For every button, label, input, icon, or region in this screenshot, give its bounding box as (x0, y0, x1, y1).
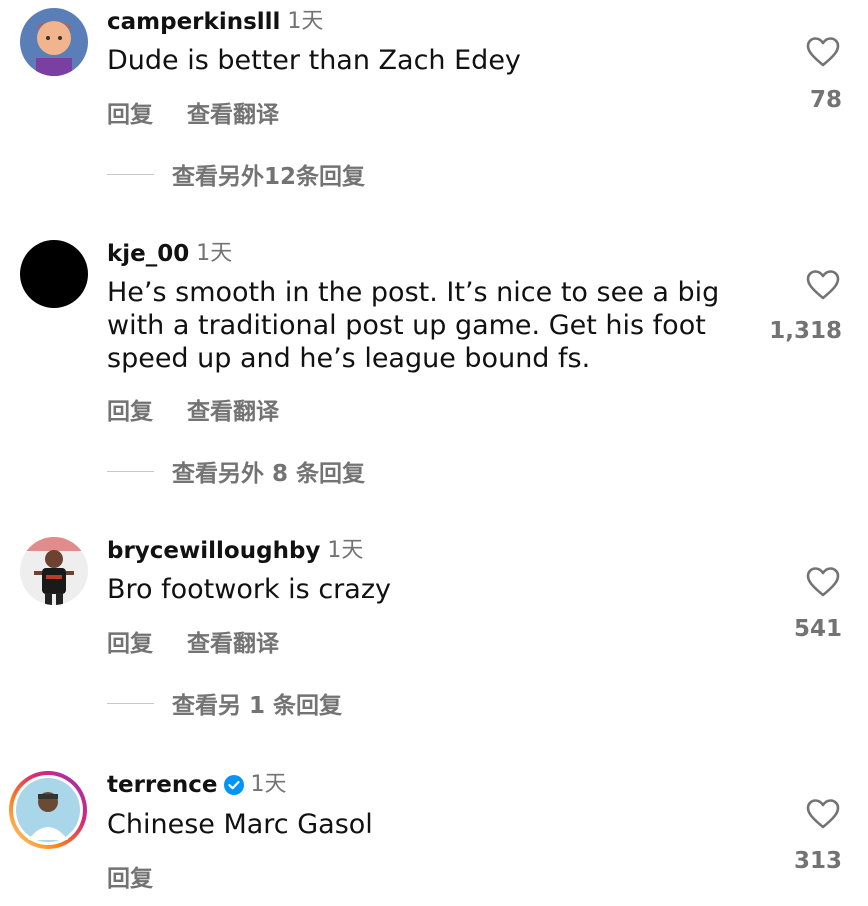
heart-icon[interactable] (806, 567, 840, 597)
avatar[interactable] (20, 537, 88, 605)
translate-button[interactable]: 查看翻译 (187, 95, 279, 129)
avatar[interactable] (20, 240, 88, 308)
comment-actions: 回复 (107, 859, 153, 893)
view-replies-button[interactable]: 查看另外 8 条回复 (107, 454, 365, 488)
timestamp: 1天 (287, 9, 324, 34)
comment-item: camperkinslll 1天 Dude is better than Zac… (0, 0, 868, 200)
comment-meta: brycewilloughby 1天 (107, 537, 363, 565)
timestamp: 1天 (196, 241, 233, 266)
reply-button[interactable]: 回复 (107, 624, 153, 658)
comment-meta: kje_00 1天 (107, 240, 232, 268)
heart-icon[interactable] (806, 270, 840, 300)
like-count: 541 (793, 616, 842, 642)
comment-text: Chinese Marc Gasol (107, 809, 373, 840)
divider-line (107, 470, 154, 472)
comment-text: He’s smooth in the post. It’s nice to se… (107, 277, 720, 374)
divider-line (107, 702, 154, 704)
comment-actions: 回复 查看翻译 (107, 95, 279, 129)
comment-meta: terrence 1天 (107, 771, 287, 799)
reply-button[interactable]: 回复 (107, 95, 153, 129)
translate-button[interactable]: 查看翻译 (187, 392, 279, 426)
heart-icon[interactable] (806, 37, 840, 67)
comment-text: Dude is better than Zach Edey (107, 45, 521, 76)
comment-item: brycewilloughby 1天 Bro footwork is crazy… (0, 535, 868, 735)
timestamp: 1天 (327, 538, 364, 563)
username[interactable]: camperkinslll (107, 8, 280, 36)
avatar[interactable] (20, 8, 88, 76)
view-replies-label: 查看另 1 条回复 (172, 693, 343, 719)
reply-button[interactable]: 回复 (107, 392, 153, 426)
divider-line (107, 173, 154, 175)
comment-text: Bro footwork is crazy (107, 574, 391, 605)
comment-item: terrence 1天 Chinese Marc Gasol 回复 313 (0, 768, 868, 906)
comment-item: kje_00 1天 He’s smooth in the post. It’s … (0, 230, 868, 510)
view-replies-button[interactable]: 查看另外12条回复 (107, 157, 365, 191)
timestamp: 1天 (250, 772, 287, 797)
comment-actions: 回复 查看翻译 (107, 392, 279, 426)
reply-button[interactable]: 回复 (107, 859, 153, 893)
like-count: 1,318 (769, 318, 842, 344)
view-replies-button[interactable]: 查看另 1 条回复 (107, 686, 342, 720)
view-replies-label: 查看另外12条回复 (172, 164, 366, 190)
view-replies-label: 查看另外 8 条回复 (172, 461, 366, 487)
like-count: 78 (809, 87, 842, 113)
username[interactable]: kje_00 (107, 240, 189, 268)
avatar[interactable] (8, 770, 88, 850)
username[interactable]: terrence (107, 771, 218, 799)
verified-badge-icon (223, 775, 244, 795)
comment-meta: camperkinslll 1天 (107, 8, 323, 36)
comment-actions: 回复 查看翻译 (107, 624, 279, 658)
heart-icon[interactable] (806, 799, 840, 829)
like-count: 313 (793, 848, 842, 874)
username[interactable]: brycewilloughby (107, 537, 320, 565)
translate-button[interactable]: 查看翻译 (187, 624, 279, 658)
